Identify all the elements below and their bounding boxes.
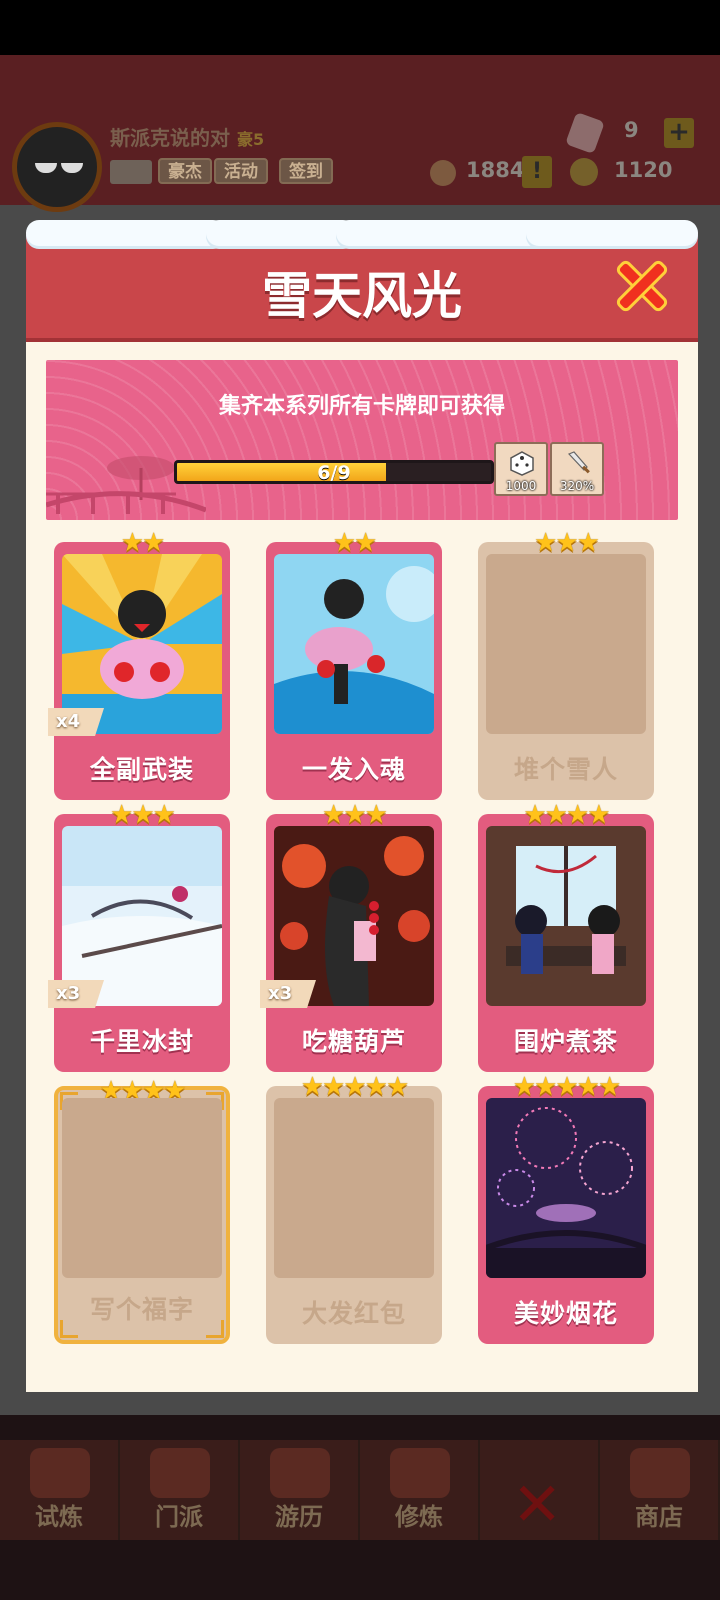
banner-text: 集齐本系列所有卡牌即可获得 [218, 394, 505, 419]
nav-sect[interactable]: 门派 [120, 1440, 240, 1540]
card-count-badge: x3 [260, 980, 316, 1008]
screen: { "player": {"name": "斯派克说的对", "rank": "… [0, 0, 720, 1600]
bottom-nav: 试炼 门派 游历 修炼 商店 [0, 1440, 720, 1540]
card-full-armor[interactable]: ★★ x4 全副武装 [48, 528, 230, 800]
snow-decoration [526, 220, 698, 246]
card-collection-modal: 雪天风光 集齐本系列所有卡牌即可获得 6/9 1000 320% ★★ x4 全… [26, 220, 698, 1392]
close-button[interactable] [611, 254, 673, 316]
card-candied-haws[interactable]: ★★★ x3 吃糖葫芦 [260, 800, 442, 1072]
progress-label: 6/9 [317, 462, 351, 484]
coin-icon [570, 158, 598, 186]
card-count-badge: x4 [48, 708, 104, 736]
player-name-text: 斯派克说的对 [110, 126, 230, 150]
card-art-full-armor [62, 554, 222, 734]
card-name: 美妙烟花 [513, 1299, 618, 1328]
add-crystal-button[interactable]: + [664, 118, 694, 148]
alert-button[interactable]: ! [522, 156, 552, 188]
card-name: 写个福字 [89, 1295, 194, 1324]
card-art-frozen-land [62, 826, 222, 1006]
avatar[interactable] [12, 122, 102, 212]
set-reward-banner: 集齐本系列所有卡牌即可获得 6/9 1000 320% [46, 360, 678, 520]
snow-decoration [336, 220, 556, 246]
card-name: 吃糖葫芦 [301, 1027, 406, 1056]
activity-button[interactable]: 活动 [214, 158, 268, 184]
card-art-locked [62, 1098, 222, 1278]
battle-cross-icon: ✕ [512, 1470, 563, 1540]
player-rank: 豪5 [236, 130, 265, 149]
nav-travel-label: 游历 [275, 1503, 323, 1531]
status-bar [0, 0, 720, 55]
card-name: 千里冰封 [89, 1027, 194, 1056]
trial-icon [30, 1448, 90, 1498]
card-art-fireside-tea [486, 826, 646, 1006]
player-name: 斯派克说的对 豪5 [110, 122, 264, 151]
top-bar [0, 55, 720, 205]
nav-cultivate-label: 修炼 [395, 1503, 443, 1531]
reward-dice[interactable]: 1000 [494, 442, 548, 496]
nav-trial[interactable]: 试炼 [0, 1440, 120, 1540]
modal-header: 雪天风光 [26, 220, 698, 342]
snow-decoration [26, 220, 226, 246]
card-name: 一发入魂 [301, 755, 406, 784]
card-one-shot[interactable]: ★★ 一发入魂 [266, 528, 442, 800]
reward-sword[interactable]: 320% [550, 442, 604, 496]
card-name: 全副武装 [89, 755, 194, 784]
dice-icon [510, 451, 534, 476]
card-name: 堆个雪人 [513, 755, 618, 784]
card-name: 围炉煮茶 [513, 1027, 618, 1056]
nav-travel[interactable]: 游历 [240, 1440, 360, 1540]
collection-progress-bar: 6/9 [174, 460, 494, 484]
avatar-eye-right [61, 163, 83, 173]
nav-shop[interactable]: 商店 [600, 1440, 720, 1540]
card-art-fireworks [486, 1098, 646, 1278]
ticket-icon [430, 160, 456, 186]
nav-shop-label: 商店 [635, 1503, 683, 1531]
card-name: 大发红包 [301, 1299, 406, 1328]
checkin-button[interactable]: 签到 [279, 158, 333, 184]
ticket-count: 1884 [466, 158, 525, 182]
sword-icon [567, 451, 590, 474]
modal-title: 雪天风光 [262, 267, 462, 325]
card-frozen-land[interactable]: ★★★ x3 千里冰封 [48, 800, 230, 1072]
card-build-snowman[interactable]: ★★★ 堆个雪人 [478, 528, 654, 800]
card-fireside-tea[interactable]: ★★★★ 围炉煮茶 [478, 800, 654, 1072]
card-art-one-shot [274, 554, 434, 734]
travel-icon [270, 1448, 330, 1498]
heroes-button[interactable]: 豪杰 [158, 158, 212, 184]
nav-trial-label: 试炼 [35, 1503, 83, 1531]
card-art-candied-haws [274, 826, 434, 1006]
snow-decoration [206, 220, 356, 246]
card-art-locked [274, 1098, 434, 1278]
cultivate-icon [390, 1448, 450, 1498]
mail-icon[interactable] [110, 160, 152, 184]
card-art-locked [486, 554, 646, 734]
card-fireworks[interactable]: ★★★★★ 美妙烟花 [478, 1072, 654, 1344]
reward-sword-value: 320% [559, 479, 595, 493]
card-write-fu[interactable]: ★★★★ 写个福字 [54, 1076, 230, 1344]
reward-dice-value: 1000 [505, 479, 537, 493]
avatar-eye-left [35, 163, 57, 173]
nav-cultivate[interactable]: 修炼 [360, 1440, 480, 1540]
sect-icon [150, 1448, 210, 1498]
card-red-envelope[interactable]: ★★★★★ 大发红包 [266, 1072, 442, 1344]
card-count-badge: x3 [48, 980, 104, 1008]
shop-icon [630, 1448, 690, 1498]
crystal-count: 9 [624, 118, 639, 142]
nav-sect-label: 门派 [155, 1503, 203, 1531]
coin-count: 1120 [614, 158, 673, 182]
